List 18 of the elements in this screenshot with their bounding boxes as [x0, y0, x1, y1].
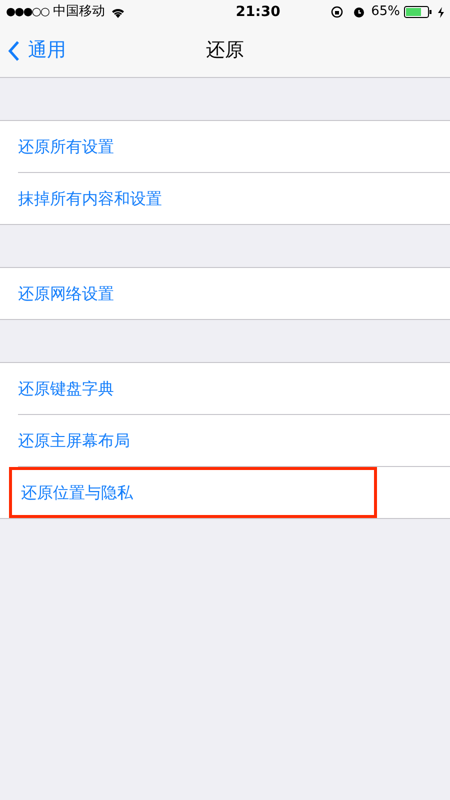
wifi-icon [111, 6, 125, 18]
reset-option[interactable]: 抹掉所有内容和设置 [18, 173, 450, 224]
reset-option[interactable]: 还原网络设置 [18, 268, 450, 319]
reset-option[interactable]: 还原所有设置 [18, 121, 450, 172]
reset-option[interactable]: 还原位置与隐私 [9, 467, 377, 518]
clock-time: 21:30 [236, 2, 280, 22]
back-button[interactable]: 通用 [8, 24, 66, 77]
carrier-name: 中国移动 [53, 3, 105, 22]
reset-option[interactable]: 还原主屏幕布局 [18, 415, 450, 466]
screen-title: 还原 [206, 38, 244, 64]
battery-icon [404, 6, 432, 18]
rotation-lock-icon [331, 6, 344, 18]
reset-option[interactable]: 还原键盘字典 [18, 363, 450, 414]
battery-percentage: 65% [371, 3, 400, 22]
signal-strength: ●●●○○ [6, 4, 49, 20]
alarm-icon [353, 6, 366, 18]
chevron-left-icon [8, 40, 20, 62]
charging-icon [438, 6, 444, 18]
